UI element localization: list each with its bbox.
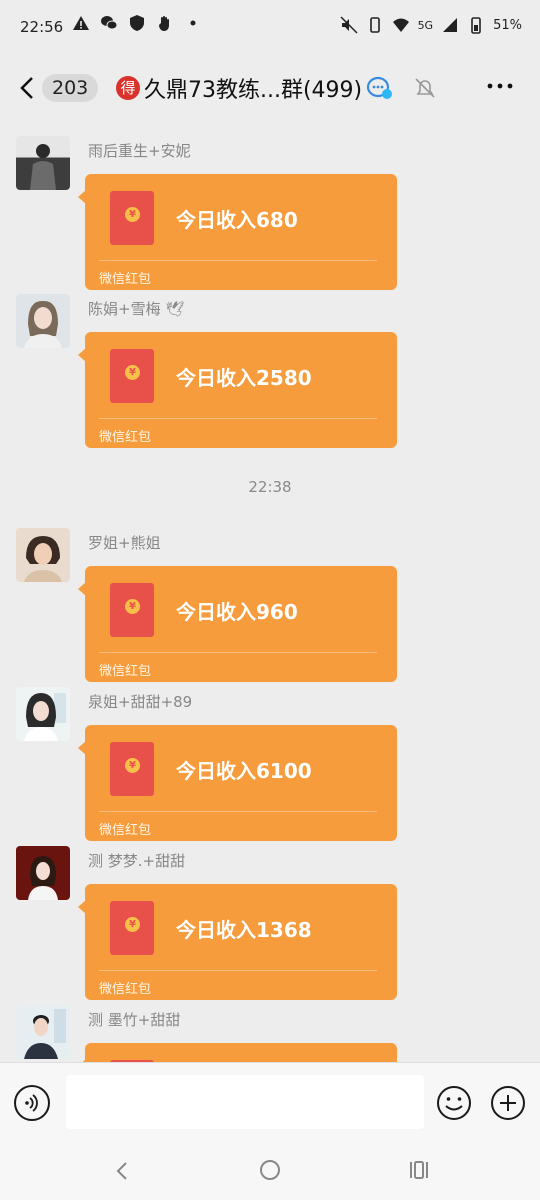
unread-count-badge[interactable]: 203 (42, 74, 99, 102)
nav-recents-icon[interactable] (408, 1160, 430, 1180)
red-packet-label: 微信红包 (99, 823, 152, 838)
avatar[interactable] (16, 1005, 70, 1059)
message-input[interactable] (66, 1075, 424, 1129)
wifi-icon (392, 18, 409, 32)
nav-home-icon[interactable] (260, 1160, 280, 1180)
sender-name: 泉姐+甜甜+89 (88, 693, 193, 711)
red-packet-bubble[interactable]: ¥ 今日收入6100 微信红包 (78, 725, 397, 841)
red-packet-label: 微信红包 (99, 982, 152, 997)
group-chat-icon (367, 76, 393, 99)
red-packet-title: 今日收入960 (176, 600, 298, 624)
de-badge-icon: 得 (116, 76, 140, 100)
status-right: 5G 51% (340, 16, 522, 34)
red-packet-title: 今日收入2580 (176, 366, 312, 390)
wechat-icon (101, 16, 118, 30)
nav-back-icon[interactable] (112, 1160, 132, 1182)
group-title[interactable]: 得 久鼎73教练...群(499) (116, 72, 438, 104)
dot-icon (190, 20, 196, 26)
chat-area[interactable]: 雨后重生+安妮 ¥ 今日收入680 微信红包 陈娟+雪梅 🕊 ¥ 今日收入258… (0, 122, 540, 1062)
emoji-icon[interactable] (436, 1085, 472, 1121)
red-packet-label: 微信红包 (99, 272, 152, 287)
sender-name: 测 墨竹+甜甜 (88, 1011, 181, 1029)
back-arrow-icon[interactable] (14, 72, 42, 104)
red-envelope-icon: ¥ (110, 742, 154, 796)
mute-bell-icon (415, 78, 435, 98)
red-envelope-icon: ¥ (110, 191, 154, 245)
chat-timestamp: 22:38 (248, 478, 292, 496)
input-bar (0, 1062, 540, 1145)
avatar[interactable] (16, 294, 70, 348)
notification-icons (72, 14, 202, 32)
voice-icon (25, 1094, 38, 1112)
mute-icon (340, 16, 358, 34)
hand-icon (159, 16, 169, 31)
status-bar: 22:56 5G 51% (0, 0, 540, 54)
red-envelope-icon: ¥ (110, 901, 154, 955)
red-packet-title: 今日收入680 (176, 208, 298, 232)
plus-icon[interactable] (490, 1085, 526, 1121)
avatar[interactable] (16, 136, 70, 190)
voice-input-button[interactable] (14, 1085, 50, 1121)
battery-level: 51% (493, 17, 522, 33)
red-packet-bubble[interactable]: ¥ 今日收入2580 微信红包 (78, 332, 397, 448)
battery-icon (471, 17, 481, 34)
sender-name: 陈娟+雪梅 🕊 (88, 300, 185, 318)
red-envelope-icon: ¥ (110, 349, 154, 403)
avatar[interactable] (16, 846, 70, 900)
red-packet-title: 今日收入1368 (176, 918, 312, 942)
more-options-icon[interactable] (486, 76, 514, 96)
sender-name: 雨后重生+安妮 (88, 142, 191, 160)
red-packet-label: 微信红包 (99, 430, 152, 445)
vibrate-icon (369, 17, 380, 33)
status-time: 22:56 (20, 18, 64, 36)
network-type: 5G (417, 18, 434, 32)
avatar[interactable] (16, 687, 70, 741)
sender-name: 罗姐+熊姐 (88, 534, 161, 552)
shield-icon (130, 15, 144, 31)
red-envelope-icon: ¥ (110, 583, 154, 637)
red-packet-title: 今日收入6100 (176, 759, 312, 783)
red-packet-bubble[interactable] (78, 1043, 397, 1062)
red-packet-label: 微信红包 (99, 664, 152, 679)
group-name: 久鼎73教练...群(499) (144, 78, 363, 103)
system-nav-bar (0, 1144, 540, 1200)
chat-header: 203 得 久鼎73教练...群(499) (0, 54, 540, 122)
red-packet-bubble[interactable]: ¥ 今日收入680 微信红包 (78, 174, 397, 290)
red-packet-bubble[interactable]: ¥ 今日收入1368 微信红包 (78, 884, 397, 1000)
warning-icon (73, 16, 89, 30)
red-packet-bubble[interactable]: ¥ 今日收入960 微信红包 (78, 566, 397, 682)
avatar[interactable] (16, 528, 70, 582)
signal-icon (443, 18, 458, 32)
sender-name: 测 梦梦.+甜甜 (88, 852, 186, 870)
